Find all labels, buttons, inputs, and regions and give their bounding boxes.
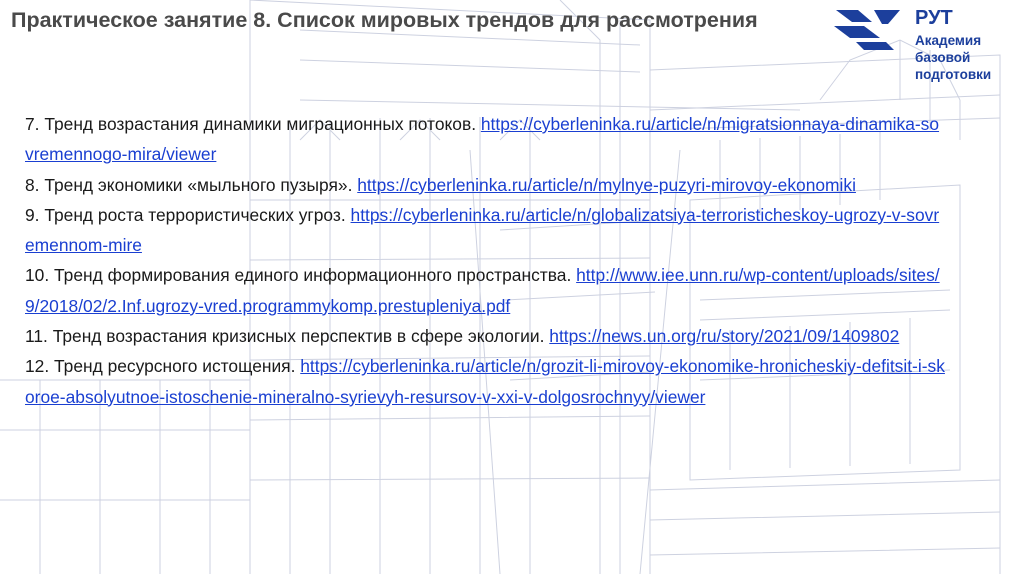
trend-list: 7. Тренд возрастания динамики миграционн…: [25, 109, 945, 412]
trend-link[interactable]: https://cyberleninka.ru/article/n/mylnye…: [357, 175, 856, 195]
list-item: 11. Тренд возрастания кризисных перспект…: [25, 321, 945, 351]
list-item: 10. Тренд формирования единого информаци…: [25, 260, 945, 321]
trend-text: 8. Тренд экономики «мыльного пузыря».: [25, 174, 358, 195]
rut-logo: РУТ Академия базовой подготовки: [834, 6, 1024, 96]
logo-title: РУТ: [915, 7, 953, 29]
list-item: 12. Тренд ресурсного истощения. https://…: [25, 351, 945, 412]
trend-text: 11. Тренд возрастания кризисных перспект…: [25, 326, 550, 347]
trend-text: 7. Тренд возрастания динамики миграционн…: [25, 114, 481, 134]
trend-text: 9. Тренд роста террористических угроз.: [25, 204, 351, 225]
logo-subtitle: Академия базовой подготовки: [915, 33, 992, 82]
slide-title: Практическое занятие 8. Список мировых т…: [11, 8, 758, 32]
trend-text: 12. Тренд ресурсного истощения.: [25, 356, 301, 377]
rut-logo-mark-icon: [834, 10, 900, 50]
trend-link[interactable]: https://news.un.org/ru/story/2021/09/140…: [549, 326, 899, 346]
list-item: 8. Тренд экономики «мыльного пузыря». ht…: [25, 170, 945, 200]
list-item: 9. Тренд роста террористических угроз. h…: [25, 200, 945, 261]
trend-text: 10. Тренд формирования единого информаци…: [25, 265, 577, 286]
list-item: 7. Тренд возрастания динамики миграционн…: [25, 109, 945, 170]
